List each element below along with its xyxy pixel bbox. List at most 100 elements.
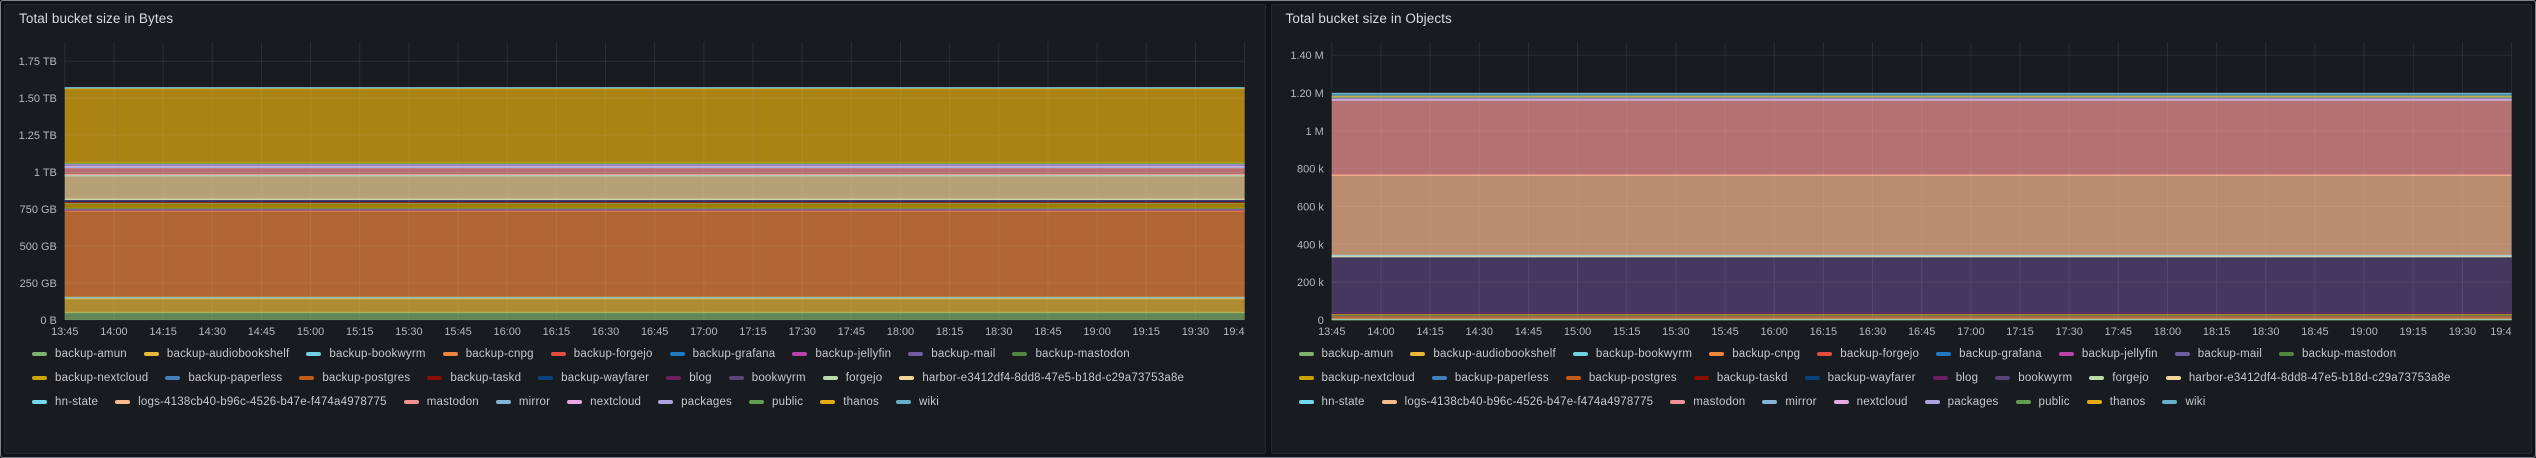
- series-color-swatch: [1833, 399, 1849, 405]
- series-color-swatch: [728, 375, 744, 381]
- x-tick-label: 16:15: [1809, 326, 1836, 338]
- panel-title-bytes: Total bucket size in Bytes: [19, 11, 174, 26]
- legend-item-backup-forgejo[interactable]: backup-forgejo: [1817, 342, 1919, 366]
- series-color-swatch: [1012, 351, 1028, 357]
- y-tick-label: 200 k: [1297, 277, 1324, 289]
- legend-item-backup-cnpg[interactable]: backup-cnpg: [1709, 342, 1800, 366]
- series-color-swatch: [1817, 351, 1833, 357]
- legend-item-mirror[interactable]: mirror: [1762, 390, 1816, 414]
- legend-item-backup-jellyfin[interactable]: backup-jellyfin: [792, 342, 891, 366]
- legend-item-blog[interactable]: blog: [1932, 366, 1979, 390]
- legend-item-backup-audiobookshelf[interactable]: backup-audiobookshelf: [143, 342, 289, 366]
- bytes-stacked-area-chart[interactable]: 13:45 14:00 14:15 14:30 14:45 15:00 15:15 15:30…: [5, 32, 1265, 340]
- legend-label: packages: [681, 396, 732, 408]
- series-color-swatch: [2165, 375, 2181, 381]
- legend-item-harbor-e3412df4-8dd8-47e5-b18d-c29a73753a8e[interactable]: harbor-e3412df4-8dd8-47e5-b18d-c29a73753…: [899, 366, 1184, 390]
- panel-total-bucket-size-bytes: Total bucket size in Bytes 13:45 14:00 14:…: [4, 4, 1266, 454]
- legend-item-backup-amun[interactable]: backup-amun: [32, 342, 127, 366]
- legend-item-wiki[interactable]: wiki: [2162, 390, 2205, 414]
- y-tick-label: 250 GB: [20, 278, 57, 290]
- panel-header-bytes[interactable]: Total bucket size in Bytes: [5, 5, 1265, 32]
- legend-item-backup-paperless[interactable]: backup-paperless: [165, 366, 282, 390]
- legend-item-blog[interactable]: blog: [666, 366, 712, 390]
- legend-item-mastodon[interactable]: mastodon: [403, 390, 479, 414]
- legend-item-mirror[interactable]: mirror: [495, 390, 550, 414]
- legend-item-forgejo[interactable]: forgejo: [2089, 366, 2149, 390]
- x-tick-label: 14:15: [149, 326, 176, 338]
- series-color-swatch: [403, 399, 419, 405]
- legend-item-backup-amun[interactable]: backup-amun: [1298, 342, 1394, 366]
- legend-item-bookwyrm[interactable]: bookwyrm: [728, 366, 806, 390]
- legend-item-wiki[interactable]: wiki: [895, 390, 939, 414]
- legend-item-backup-mastodon[interactable]: backup-mastodon: [1012, 342, 1130, 366]
- legend-item-backup-forgejo[interactable]: backup-forgejo: [550, 342, 653, 366]
- legend-item-backup-grafana[interactable]: backup-grafana: [669, 342, 776, 366]
- legend-label: logs-4138cb40-b96c-4526-b47e-f474a497877…: [1404, 396, 1654, 408]
- y-tick-label: 1.75 TB: [19, 56, 57, 68]
- legend-label: backup-bookwyrm: [329, 348, 426, 360]
- legend-item-backup-bookwyrm[interactable]: backup-bookwyrm: [306, 342, 426, 366]
- legend-item-mastodon[interactable]: mastodon: [1670, 390, 1745, 414]
- x-tick-label: 13:45: [51, 326, 78, 338]
- panel-header-objects[interactable]: Total bucket size in Objects: [1272, 5, 2532, 32]
- legend-label: wiki: [918, 396, 939, 408]
- legend-item-backup-postgres[interactable]: backup-postgres: [1565, 366, 1677, 390]
- legend-item-backup-grafana[interactable]: backup-grafana: [1936, 342, 2042, 366]
- legend-label: bookwyrm: [751, 372, 806, 384]
- x-tick-label: 15:30: [1662, 326, 1689, 338]
- legend-item-packages[interactable]: packages: [658, 390, 732, 414]
- legend-label: hn-state: [1321, 396, 1365, 408]
- legend-item-nextcloud[interactable]: nextcloud: [1833, 390, 1908, 414]
- series-color-swatch: [1693, 375, 1709, 381]
- legend-item-forgejo[interactable]: forgejo: [822, 366, 883, 390]
- series-color-swatch: [1572, 351, 1588, 357]
- series-color-swatch: [2162, 399, 2178, 405]
- legend-label: backup-cnpg: [1732, 348, 1801, 360]
- legend-item-public[interactable]: public: [2015, 390, 2070, 414]
- series-color-swatch: [1762, 399, 1778, 405]
- legend-item-backup-mail[interactable]: backup-mail: [2174, 342, 2262, 366]
- legend-item-nextcloud[interactable]: nextcloud: [567, 390, 641, 414]
- legend-item-backup-paperless[interactable]: backup-paperless: [1431, 366, 1549, 390]
- legend-item-backup-taskd[interactable]: backup-taskd: [427, 366, 521, 390]
- x-tick-label: 14:45: [248, 326, 275, 338]
- legend-item-backup-mail[interactable]: backup-mail: [908, 342, 995, 366]
- legend-item-backup-wayfarer[interactable]: backup-wayfarer: [1804, 366, 1916, 390]
- legend-item-backup-jellyfin[interactable]: backup-jellyfin: [2058, 342, 2158, 366]
- legend-item-backup-postgres[interactable]: backup-postgres: [299, 366, 410, 390]
- legend-label: backup-paperless: [1454, 372, 1549, 384]
- legend-item-backup-taskd[interactable]: backup-taskd: [1693, 366, 1788, 390]
- legend-label: backup-mail: [931, 348, 996, 360]
- legend-item-packages[interactable]: packages: [1924, 390, 1999, 414]
- legend-item-backup-nextcloud[interactable]: backup-nextcloud: [32, 366, 148, 390]
- x-tick-label: 18:30: [2252, 326, 2279, 338]
- legend-item-backup-bookwyrm[interactable]: backup-bookwyrm: [1572, 342, 1692, 366]
- x-tick-label: 18:00: [2153, 326, 2180, 338]
- legend-label: thanos: [843, 396, 879, 408]
- legend-item-thanos[interactable]: thanos: [820, 390, 879, 414]
- legend-label: forgejo: [845, 372, 883, 384]
- legend-item-backup-wayfarer[interactable]: backup-wayfarer: [538, 366, 649, 390]
- legend-item-backup-cnpg[interactable]: backup-cnpg: [442, 342, 534, 366]
- legend-item-logs-4138cb40-b96c-4526-b47e-f474a4978775[interactable]: logs-4138cb40-b96c-4526-b47e-f474a497877…: [1381, 390, 1654, 414]
- series-color-swatch: [1565, 375, 1581, 381]
- series-color-swatch: [1298, 399, 1314, 405]
- legend-label: backup-audiobookshelf: [1433, 348, 1556, 360]
- legend-item-harbor-e3412df4-8dd8-47e5-b18d-c29a73753a8e[interactable]: harbor-e3412df4-8dd8-47e5-b18d-c29a73753…: [2165, 366, 2451, 390]
- legend-label: bookwyrm: [2018, 372, 2073, 384]
- legend-item-thanos[interactable]: thanos: [2086, 390, 2146, 414]
- legend-objects: backup-amun backup-audiobookshelf backup-b…: [1272, 340, 2532, 453]
- legend-item-bookwyrm[interactable]: bookwyrm: [1995, 366, 2072, 390]
- legend-item-hn-state[interactable]: hn-state: [1298, 390, 1365, 414]
- legend-item-public[interactable]: public: [749, 390, 803, 414]
- series-color-swatch: [2058, 351, 2074, 357]
- legend-item-backup-nextcloud[interactable]: backup-nextcloud: [1298, 366, 1415, 390]
- legend-item-backup-audiobookshelf[interactable]: backup-audiobookshelf: [1410, 342, 1556, 366]
- legend-item-backup-mastodon[interactable]: backup-mastodon: [2278, 342, 2396, 366]
- series-color-swatch: [792, 351, 808, 357]
- panel-title-objects: Total bucket size in Objects: [1285, 11, 1452, 26]
- legend-item-hn-state[interactable]: hn-state: [32, 390, 98, 414]
- objects-stacked-area-chart[interactable]: 13:45 14:00 14:15 14:30 14:45 15:00 15:15 15:30…: [1272, 32, 2532, 340]
- legend-item-logs-4138cb40-b96c-4526-b47e-f474a4978775[interactable]: logs-4138cb40-b96c-4526-b47e-f474a497877…: [115, 390, 387, 414]
- series-color-swatch: [32, 375, 47, 381]
